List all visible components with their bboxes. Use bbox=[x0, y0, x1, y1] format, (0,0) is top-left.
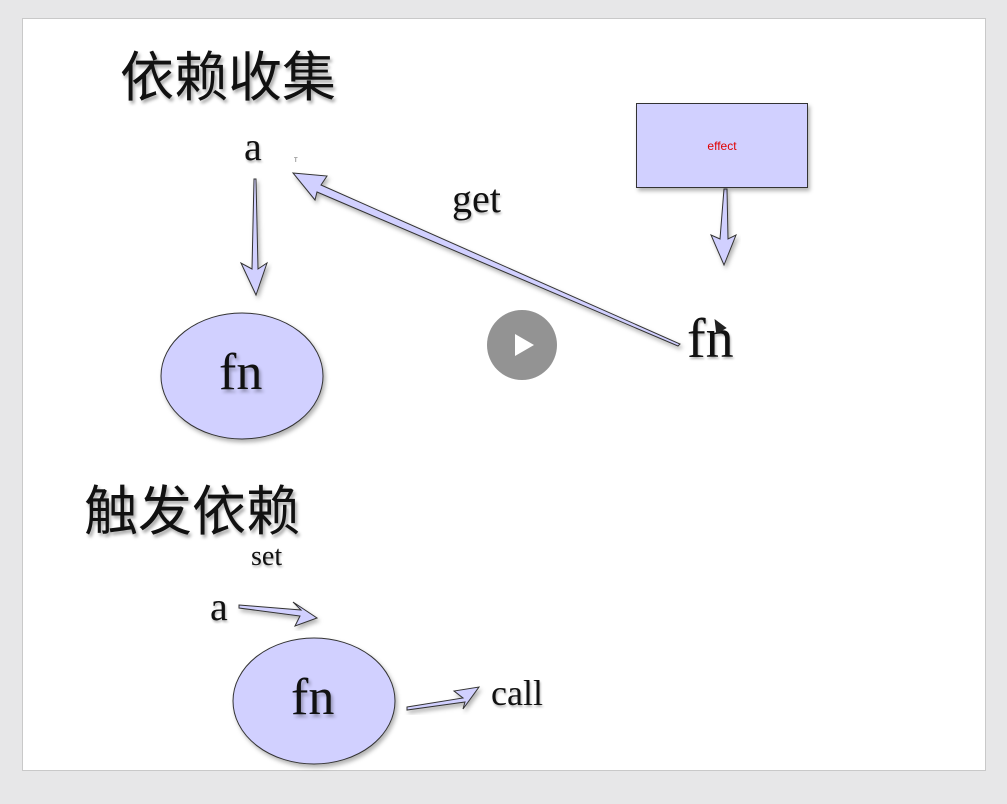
arrow-call bbox=[406, 686, 481, 711]
arrow-set bbox=[238, 601, 319, 627]
get-label: get bbox=[452, 176, 501, 221]
effect-label: effect bbox=[707, 138, 737, 153]
fn-ellipse-trigger-label: fn bbox=[291, 669, 335, 726]
variable-a-collect: a bbox=[244, 124, 262, 169]
play-button[interactable] bbox=[487, 310, 557, 380]
effect-box: effect bbox=[636, 103, 808, 188]
arrow-effect-to-fn bbox=[710, 188, 737, 267]
slide-canvas: 依赖收集 a T get effect fn fn 触发依赖 set a fn … bbox=[22, 18, 986, 771]
call-label: call bbox=[491, 673, 543, 713]
fn-label-right: fn bbox=[687, 308, 734, 370]
tiny-mark: T bbox=[294, 158, 298, 164]
diagram-shapes bbox=[160, 172, 737, 765]
title-trigger-dependency: 触发依赖 bbox=[84, 480, 300, 543]
arrow-a-to-fn bbox=[239, 178, 268, 297]
fn-ellipse-collect-label: fn bbox=[219, 344, 263, 401]
set-label: set bbox=[251, 541, 283, 572]
variable-a-trigger: a bbox=[210, 584, 228, 629]
title-dependency-collection: 依赖收集 bbox=[120, 46, 336, 109]
